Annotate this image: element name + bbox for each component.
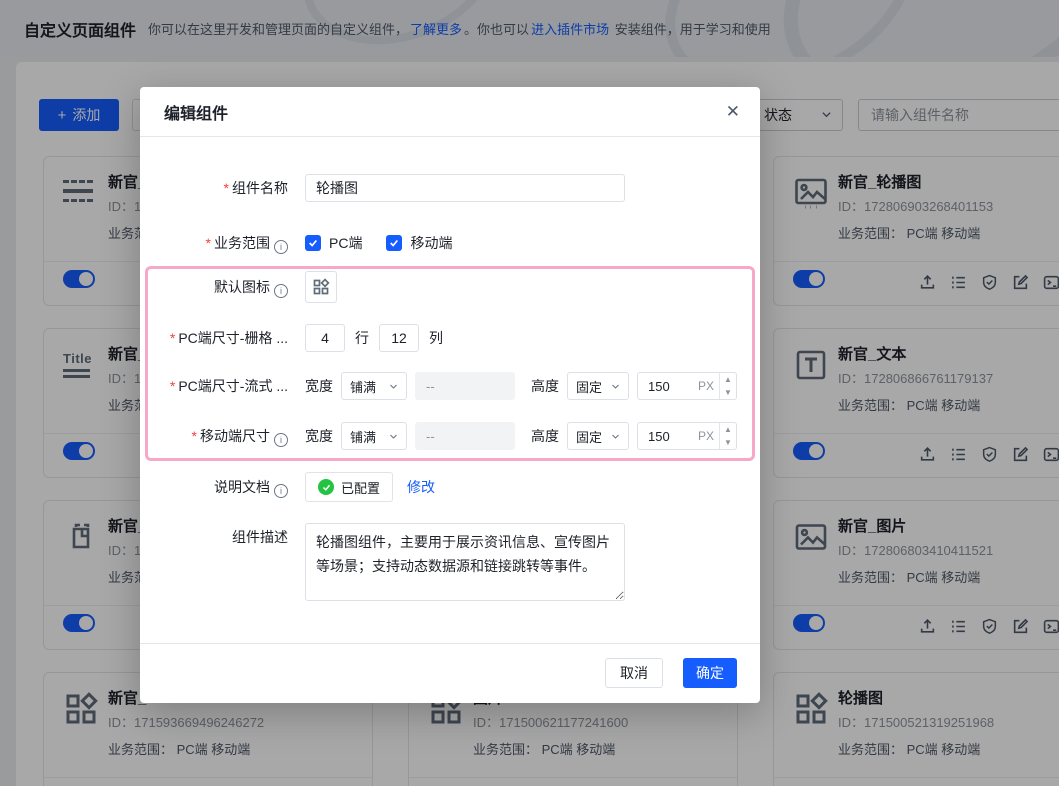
rows-unit-label: 行	[355, 328, 369, 348]
cancel-button[interactable]: 取消	[605, 658, 663, 688]
close-icon[interactable]: ✕	[726, 103, 740, 120]
step-down-icon: ▼	[720, 386, 736, 399]
step-down-icon: ▼	[720, 436, 736, 449]
field-label-grid-size: *PC端尺寸-栅格 ...	[140, 324, 288, 352]
edit-component-modal: 编辑组件 ✕ *组件名称 *业务范围i PC端 移动端 默认图标i	[140, 87, 760, 703]
info-icon: i	[274, 433, 288, 447]
confirm-button[interactable]: 确定	[683, 658, 737, 688]
doc-configured-button[interactable]: 已配置	[305, 472, 393, 502]
required-asterisk: *	[170, 330, 175, 346]
divider	[140, 643, 760, 644]
mobile-height-value-stepper[interactable]: 150 PX ▲▼	[637, 422, 737, 450]
mobile-width-mode-select[interactable]: 铺满	[341, 422, 407, 450]
modal-title: 编辑组件	[164, 100, 228, 124]
check-circle-icon	[318, 479, 334, 495]
mobile-width-value-input	[415, 422, 515, 450]
checkbox-check-icon	[386, 235, 402, 251]
field-label-name: *组件名称	[140, 174, 288, 202]
flow-height-value-stepper[interactable]: 150 PX ▲▼	[637, 372, 737, 400]
info-icon: i	[274, 240, 288, 254]
flow-width-mode-select[interactable]: 铺满	[341, 372, 407, 400]
cols-unit-label: 列	[429, 328, 443, 348]
chevron-down-icon	[389, 379, 398, 394]
required-asterisk: *	[192, 428, 197, 444]
field-label-desc: 组件描述	[140, 523, 288, 551]
field-label-flow-size: *PC端尺寸-流式 ...	[140, 372, 288, 400]
grid-cols-input[interactable]	[379, 324, 419, 352]
chevron-down-icon	[611, 379, 620, 394]
step-up-icon: ▲	[720, 423, 736, 436]
field-label-doc: 说明文档i	[140, 473, 288, 501]
component-desc-textarea[interactable]: 轮播图组件，主要用于展示资讯信息、宣传图片等场景；支持动态数据源和链接跳转等事件…	[305, 523, 625, 601]
required-asterisk: *	[224, 180, 229, 196]
step-up-icon: ▲	[720, 373, 736, 386]
grid-rows-input[interactable]	[305, 324, 345, 352]
component-grid-icon	[312, 278, 330, 296]
default-icon-picker[interactable]	[305, 271, 337, 303]
info-icon: i	[274, 484, 288, 498]
field-label-mobile-size: *移动端尺寸i	[140, 422, 288, 450]
field-label-icon: 默认图标i	[140, 273, 288, 301]
stepper-arrows[interactable]: ▲▼	[719, 423, 736, 449]
height-label: 高度	[531, 426, 559, 446]
width-label: 宽度	[305, 376, 333, 396]
stepper-arrows[interactable]: ▲▼	[719, 373, 736, 399]
chevron-down-icon	[389, 429, 398, 444]
info-icon: i	[274, 284, 288, 298]
component-name-input[interactable]	[305, 174, 625, 202]
mobile-height-mode-select[interactable]: 固定	[567, 422, 629, 450]
field-label-scope: *业务范围i	[140, 229, 288, 257]
required-asterisk: *	[170, 378, 175, 394]
height-label: 高度	[531, 376, 559, 396]
width-label: 宽度	[305, 426, 333, 446]
flow-height-mode-select[interactable]: 固定	[567, 372, 629, 400]
checkbox-check-icon	[305, 235, 321, 251]
flow-width-value-input	[415, 372, 515, 400]
pc-checkbox[interactable]: PC端	[305, 233, 362, 253]
required-asterisk: *	[206, 235, 211, 251]
chevron-down-icon	[611, 429, 620, 444]
doc-modify-link[interactable]: 修改	[407, 477, 435, 497]
mobile-checkbox[interactable]: 移动端	[386, 233, 452, 253]
